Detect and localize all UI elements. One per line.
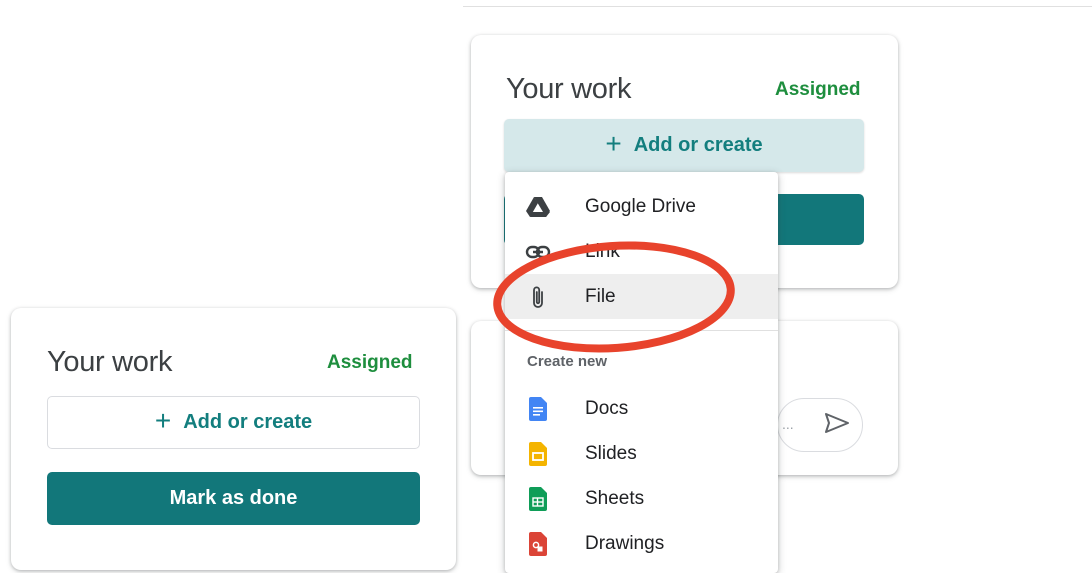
slides-icon — [525, 441, 551, 467]
add-or-create-label: Add or create — [183, 411, 313, 433]
menu-item-label: Slides — [585, 442, 637, 464]
menu-item-link[interactable]: Link — [505, 229, 778, 274]
menu-item-slides[interactable]: Slides — [505, 431, 778, 476]
docs-icon — [525, 396, 551, 422]
google-drive-icon — [525, 194, 551, 220]
menu-item-drawings[interactable]: Drawings — [505, 521, 778, 566]
menu-item-label: Sheets — [585, 487, 645, 509]
top-divider — [463, 6, 1092, 7]
menu-item-docs[interactable]: Docs — [505, 386, 778, 431]
menu-item-sheets[interactable]: Sheets — [505, 476, 778, 521]
your-work-card: Your work Assigned + Add or create Mark … — [11, 308, 456, 570]
menu-item-label: Link — [585, 240, 620, 262]
add-or-create-button[interactable]: + Add or create — [504, 119, 864, 172]
plus-icon: + — [154, 405, 172, 436]
menu-item-label: File — [585, 285, 616, 307]
create-new-heading: Create new — [527, 353, 608, 370]
input-overflow-text: ... — [782, 416, 794, 432]
send-icon[interactable] — [824, 412, 850, 439]
private-comment-input[interactable]: ... — [777, 398, 863, 452]
card-title: Your work — [506, 73, 632, 105]
status-badge: Assigned — [327, 352, 413, 373]
menu-divider — [505, 330, 778, 331]
add-or-create-label: Add or create — [633, 134, 763, 156]
add-or-create-button[interactable]: + Add or create — [47, 396, 420, 449]
menu-item-google-drive[interactable]: Google Drive — [505, 184, 778, 229]
drawings-icon — [525, 531, 551, 557]
link-icon — [525, 239, 551, 265]
paperclip-icon — [525, 284, 551, 310]
menu-item-label: Drawings — [585, 532, 665, 554]
card-title: Your work — [47, 346, 173, 378]
plus-icon: + — [605, 128, 622, 159]
menu-item-label: Google Drive — [585, 195, 696, 217]
mark-as-done-label: Mark as done — [169, 487, 298, 509]
sheets-icon — [525, 486, 551, 512]
status-badge: Assigned — [775, 79, 861, 100]
add-or-create-menu: Google Drive Link File Create new Docs S… — [505, 172, 778, 573]
mark-as-done-button[interactable]: Mark as done — [47, 472, 420, 525]
menu-item-label: Docs — [585, 397, 629, 419]
menu-item-file[interactable]: File — [505, 274, 778, 319]
